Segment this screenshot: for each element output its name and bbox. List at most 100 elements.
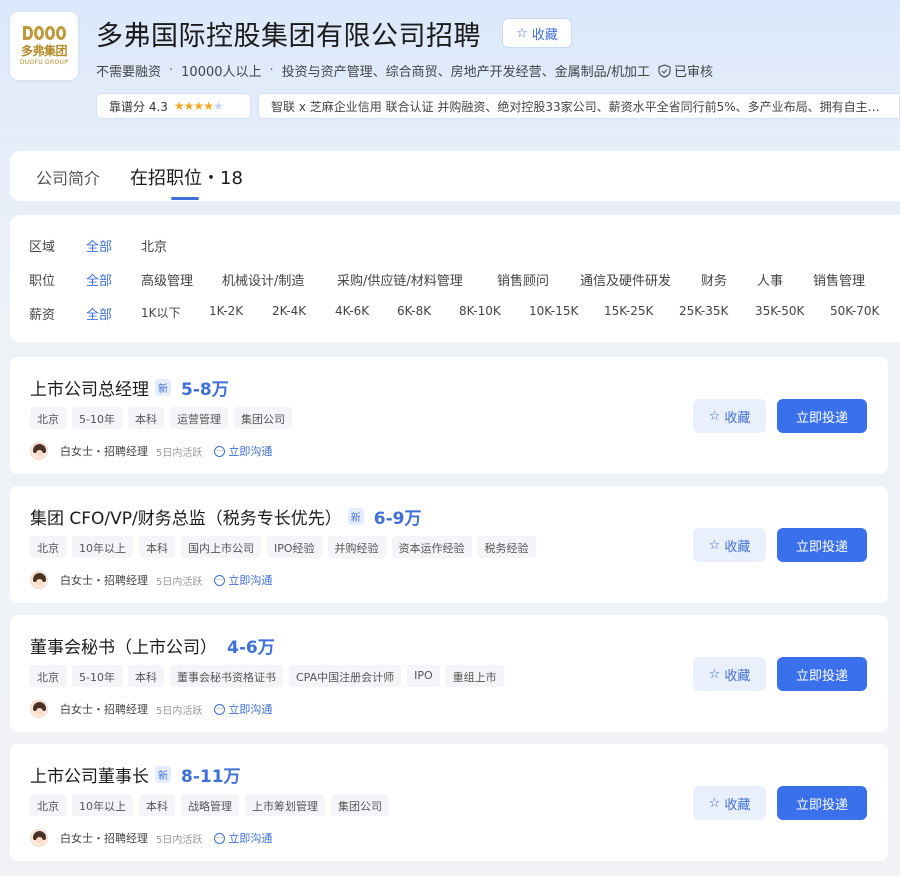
- job-tag: 税务经验: [477, 536, 536, 558]
- job-tag: 上市筹划管理: [245, 794, 325, 816]
- filter-option[interactable]: 25K-35K: [679, 304, 728, 318]
- job-card[interactable]: 集团 CFO/VP/财务总监（税务专长优先） 新 6-9万 北京 10年以上 本…: [10, 486, 888, 603]
- chat-now-link[interactable]: ··· 立即沟通: [214, 443, 272, 459]
- new-badge: 新: [155, 766, 171, 783]
- filter-option[interactable]: 通信及硬件研发: [580, 270, 671, 289]
- filter-option[interactable]: 35K-50K: [755, 304, 804, 318]
- logo-text-cn: 多弗集团: [20, 44, 68, 58]
- filter-option[interactable]: 1K-2K: [209, 304, 243, 318]
- chat-bubble-icon: ···: [214, 703, 226, 715]
- job-tags: 北京 5-10年 本科 董事会秘书资格证书 CPA中国注册会计师 IPO 重组上…: [30, 665, 504, 687]
- filter-option[interactable]: 全部: [86, 270, 112, 289]
- favorite-label: 收藏: [724, 668, 751, 684]
- star-outline-icon: ☆: [708, 537, 721, 553]
- apply-button[interactable]: 立即投递: [777, 786, 867, 820]
- filter-option[interactable]: 50K-70K: [830, 304, 879, 318]
- job-title[interactable]: 上市公司董事长: [30, 762, 149, 787]
- score-label: 靠谱分 4.3: [109, 99, 168, 114]
- filter-option[interactable]: 15K-25K: [604, 304, 653, 318]
- recruiter-active-status: 5日内活跃: [156, 576, 203, 588]
- favorite-job-button[interactable]: ☆ 收藏: [693, 528, 766, 562]
- filter-panel: 区域 全部 北京 职位 全部 高级管理 机械设计/制造 采购/供应链/材料管理 …: [10, 215, 900, 342]
- tab-open-positions[interactable]: 在招职位・18: [130, 164, 243, 190]
- filter-option[interactable]: 销售管理: [813, 270, 865, 289]
- separator-dot: ·: [269, 63, 274, 78]
- job-tags: 北京 10年以上 本科 国内上市公司 IPO经验 并购经验 资本运作经验 税务经…: [30, 536, 536, 558]
- filter-option[interactable]: 财务: [701, 270, 727, 289]
- chat-now-link[interactable]: ··· 立即沟通: [214, 572, 272, 588]
- filter-option[interactable]: 采购/供应链/材料管理: [337, 270, 463, 289]
- chat-bubble-icon: ···: [214, 832, 226, 844]
- job-title-line: 集团 CFO/VP/财务总监（税务专长优先） 新 6-9万: [30, 504, 422, 529]
- job-tag: 国内上市公司: [181, 536, 261, 558]
- job-tag: 集团公司: [331, 794, 389, 816]
- job-title[interactable]: 董事会秘书（上市公司）: [30, 633, 217, 658]
- chat-now-link[interactable]: ··· 立即沟通: [214, 701, 272, 717]
- job-tag: IPO经验: [267, 536, 322, 558]
- filter-option[interactable]: 6K-8K: [397, 304, 431, 318]
- job-tag: 北京: [30, 665, 66, 687]
- favorite-job-button[interactable]: ☆ 收藏: [693, 657, 766, 691]
- recruiter-avatar: [30, 700, 48, 718]
- filter-option[interactable]: 全部: [86, 236, 112, 255]
- favorite-job-button[interactable]: ☆ 收藏: [693, 399, 766, 433]
- company-favorite-button[interactable]: ☆ 收藏: [502, 18, 572, 48]
- job-tag: 本科: [139, 536, 175, 558]
- job-salary: 4-6万: [227, 638, 275, 658]
- chat-now-label: 立即沟通: [228, 574, 273, 587]
- apply-button[interactable]: 立即投递: [777, 528, 867, 562]
- job-title[interactable]: 集团 CFO/VP/财务总监（税务专长优先）: [30, 504, 342, 529]
- job-tag: 5-10年: [72, 665, 122, 687]
- job-title[interactable]: 上市公司总经理: [30, 375, 149, 400]
- tab-company-intro[interactable]: 公司简介: [36, 165, 100, 189]
- chat-bubble-icon: ···: [214, 445, 226, 457]
- job-tag: IPO: [407, 665, 440, 687]
- job-tag: 战略管理: [181, 794, 239, 816]
- apply-button[interactable]: 立即投递: [777, 657, 867, 691]
- recruiter-active-status: 5日内活跃: [156, 705, 203, 717]
- filter-option[interactable]: 销售顾问: [497, 270, 549, 289]
- chat-now-link[interactable]: ··· 立即沟通: [214, 830, 272, 846]
- recruiter-name: 白女士・招聘经理: [60, 445, 148, 458]
- star-outline-icon: ☆: [708, 666, 721, 682]
- filter-option[interactable]: 人事: [757, 270, 783, 289]
- filter-option[interactable]: 10K-15K: [529, 304, 578, 318]
- favorite-job-button[interactable]: ☆ 收藏: [693, 786, 766, 820]
- job-salary: 6-9万: [373, 509, 422, 529]
- reliability-score[interactable]: 靠谱分 4.3 ★★★★★: [96, 93, 251, 119]
- filter-option[interactable]: 机械设计/制造: [222, 270, 304, 289]
- job-card[interactable]: 上市公司总经理 新 5-8万 北京 5-10年 本科 运营管理 集团公司 白女士…: [10, 357, 888, 474]
- filter-option[interactable]: 全部: [86, 304, 112, 323]
- apply-button[interactable]: 立即投递: [777, 399, 867, 433]
- filter-option[interactable]: 北京: [141, 236, 167, 255]
- filter-option[interactable]: 1K以下: [141, 304, 181, 321]
- active-tab-indicator: [171, 197, 199, 200]
- recruiter-info: 白女士・招聘经理 5日内活跃 ··· 立即沟通: [30, 442, 272, 460]
- job-card[interactable]: 董事会秘书（上市公司） 4-6万 北京 5-10年 本科 董事会秘书资格证书 C…: [10, 615, 888, 732]
- job-card[interactable]: 上市公司董事长 新 8-11万 北京 10年以上 本科 战略管理 上市筹划管理 …: [10, 744, 888, 861]
- recruiter-avatar: [30, 571, 48, 589]
- recruiter-name: 白女士・招聘经理: [60, 703, 148, 716]
- job-tag: 5-10年: [72, 407, 122, 429]
- shield-check-icon: [658, 63, 671, 78]
- job-tag: 资本运作经验: [391, 536, 472, 558]
- verified-label: 已审核: [674, 65, 714, 80]
- filter-option[interactable]: 4K-6K: [335, 304, 369, 318]
- filter-option[interactable]: 高级管理: [141, 270, 193, 289]
- job-title-line: 上市公司总经理 新 5-8万: [30, 375, 229, 400]
- job-tag: 重组上市: [445, 665, 504, 687]
- recruiter-avatar: [30, 442, 48, 460]
- company-meta: 不需要融资 · 10000人以上 · 投资与资产管理、综合商贸、房地产开发经营、…: [96, 61, 713, 80]
- chat-now-label: 立即沟通: [228, 832, 273, 845]
- company-highlights[interactable]: 智联 x 芝麻企业信用 联合认证 并购融资、绝对控股33家公司、薪资水平全省同行…: [258, 93, 900, 119]
- job-tag: 本科: [139, 794, 175, 816]
- recruiter-active-status: 5日内活跃: [156, 447, 203, 459]
- star-outline-icon: ☆: [708, 408, 721, 424]
- job-tag: 集团公司: [233, 407, 292, 429]
- company-funding: 不需要融资: [96, 65, 162, 80]
- filter-option[interactable]: 8K-10K: [459, 304, 501, 318]
- chat-now-label: 立即沟通: [228, 703, 273, 716]
- recruiter-name: 白女士・招聘经理: [60, 574, 148, 587]
- job-tag: CPA中国注册会计师: [288, 665, 402, 687]
- filter-option[interactable]: 2K-4K: [272, 304, 306, 318]
